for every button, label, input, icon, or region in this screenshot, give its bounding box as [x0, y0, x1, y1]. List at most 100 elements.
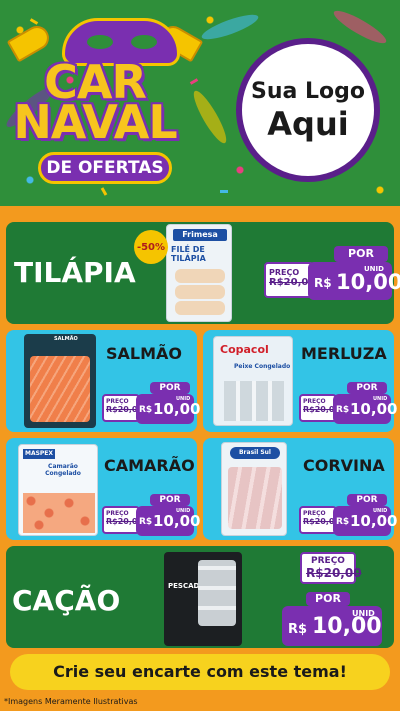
logo-text-line-2: Aqui [267, 105, 349, 143]
camarao-price: POR PREÇO R$20,00 R$ UNID 10,00 [102, 494, 200, 540]
corvina-brand: Brasil Sul [230, 447, 280, 459]
por-label: POR [347, 382, 387, 394]
merluza-panel[interactable]: MERLUZA Copacol Peixe Congelado POR PREÇ… [203, 330, 397, 432]
corvina-product-image: Brasil Sul [221, 442, 287, 536]
price-value: 10,00 [350, 400, 398, 418]
feather-decoration [199, 10, 261, 44]
fish-steaks [198, 560, 236, 626]
merluza-name: MERLUZA [301, 344, 387, 363]
por-label: POR [306, 592, 350, 606]
por-label: POR [334, 246, 388, 262]
camarao-package-text: Camarão Congelado [45, 463, 81, 477]
old-price: R$20,00 [106, 517, 144, 526]
por-label: POR [347, 494, 387, 506]
carnival-header: CAR NAVAL DE OFERTAS Sua Logo Aqui [0, 0, 400, 206]
old-price: R$20,00 [303, 517, 341, 526]
tilapia-panel[interactable]: TILÁPIA Frimesa FILÉ DE TILÁPIA POR PREÇ… [6, 222, 400, 324]
por-label: POR [150, 382, 190, 394]
old-price-box: PREÇO R$20,00 [264, 262, 316, 298]
create-flyer-button[interactable]: Crie seu encarte com este tema! [10, 654, 390, 690]
shrimp-pile [23, 493, 95, 533]
confetti [29, 18, 39, 25]
old-price: R$20,00 [306, 566, 362, 580]
fish-fillet [175, 285, 225, 299]
cacao-panel[interactable]: CAÇÃO PESCADOS PREÇO R$20,00 POR R$ UNID… [6, 546, 394, 648]
mask-eye [87, 35, 113, 49]
confetti [189, 78, 199, 85]
currency: R$ [139, 405, 153, 415]
tilapia-product-image: Frimesa FILÉ DE TILÁPIA [166, 224, 232, 322]
carnaval-title: CAR NAVAL [10, 59, 180, 149]
camarao-product-image: MASPEX Camarão Congelado [18, 444, 98, 536]
merluza-package-text: Peixe Congelado [234, 363, 291, 370]
corvina-panel[interactable]: CORVINA Brasil Sul POR PREÇO R$20,00 R$ … [203, 438, 397, 540]
disclaimer-text: *Imagens Meramente Ilustrativas [4, 697, 138, 706]
price-value: 10,00 [350, 512, 398, 530]
confetti [220, 190, 228, 193]
fish-fillets [228, 467, 282, 529]
discount-badge: -50% [134, 230, 168, 264]
currency: R$ [336, 405, 350, 415]
preco-label: PREÇO [303, 510, 326, 517]
preco-label: PREÇO [311, 556, 345, 566]
currency: R$ [314, 276, 332, 290]
cacao-product-image: PESCADOS [164, 552, 242, 646]
old-price-box: PREÇO R$20,00 [299, 394, 341, 422]
tilapia-price: POR PREÇO R$20,00 R$ UNID 10,00 [264, 246, 400, 318]
feather-decoration [188, 87, 232, 147]
new-price-box: R$ UNID 10,00 [136, 506, 200, 536]
price-value: 10,00 [153, 512, 201, 530]
salmao-price: POR PREÇO R$20,00 R$ UNID 10,00 [102, 382, 200, 428]
new-price-box: R$ UNID 10,00 [308, 262, 400, 300]
currency: R$ [139, 517, 153, 527]
feather-decoration [330, 5, 390, 49]
new-price-box: R$ UNID 10,00 [333, 394, 397, 424]
new-price-box: R$ UNID 10,00 [333, 506, 397, 536]
corvina-price: POR PREÇO R$20,00 R$ UNID 10,00 [299, 494, 397, 540]
cacao-price: PREÇO R$20,00 POR R$ UNID 10,00 [282, 550, 392, 646]
currency: R$ [288, 622, 308, 637]
fish-fillets [224, 381, 284, 421]
old-price-box: PREÇO R$20,00 [299, 506, 341, 534]
price-value: 10,00 [336, 270, 400, 294]
preco-label: PREÇO [106, 510, 129, 517]
salmao-package-text: SALMÃO [54, 336, 78, 342]
new-price-box: R$ UNID 10,00 [136, 394, 200, 424]
preco-label: PREÇO [303, 398, 326, 405]
salmao-product-image: SALMÃO [24, 334, 96, 428]
salmon-fillet [30, 356, 90, 422]
new-price-box: R$ UNID 10,00 [282, 606, 382, 646]
camarao-name: CAMARÃO [104, 456, 195, 475]
preco-label: PREÇO [269, 268, 300, 277]
fish-fillet [175, 301, 225, 315]
old-price: R$20,00 [269, 277, 316, 288]
price-value: 10,00 [312, 614, 382, 639]
preco-label: PREÇO [106, 398, 129, 405]
old-price: R$20,00 [106, 405, 144, 414]
salmao-panel[interactable]: SALMÃO SALMÃO POR PREÇO R$20,00 R$ UNID … [6, 330, 200, 432]
old-price-box: PREÇO R$20,00 [102, 506, 144, 534]
logo-placeholder[interactable]: Sua Logo Aqui [236, 38, 380, 182]
price-value: 10,00 [153, 400, 201, 418]
salmao-name: SALMÃO [106, 344, 183, 363]
logo-text-line-1: Sua Logo [250, 79, 365, 104]
mask-eye [131, 35, 157, 49]
tilapia-name: TILÁPIA [14, 256, 136, 289]
corvina-name: CORVINA [303, 456, 385, 475]
camarao-brand: MASPEX [23, 449, 55, 459]
fish-fillet [175, 269, 225, 283]
cacao-name: CAÇÃO [12, 584, 121, 617]
camarao-panel[interactable]: CAMARÃO MASPEX Camarão Congelado POR PRE… [6, 438, 200, 540]
de-ofertas-banner: DE OFERTAS [38, 152, 172, 184]
merluza-brand: Copacol [220, 343, 269, 356]
old-price: R$20,00 [303, 405, 341, 414]
tilapia-package-text: FILÉ DE TILÁPIA [171, 245, 206, 263]
currency: R$ [336, 517, 350, 527]
old-price-box: PREÇO R$20,00 [300, 552, 362, 584]
tilapia-brand: Frimesa [173, 229, 227, 241]
title-line-2: NAVAL [13, 95, 177, 149]
merluza-price: POR PREÇO R$20,00 R$ UNID 10,00 [299, 382, 397, 428]
merluza-product-image: Copacol Peixe Congelado [213, 336, 293, 426]
por-label: POR [150, 494, 190, 506]
old-price-box: PREÇO R$20,00 [102, 394, 144, 422]
